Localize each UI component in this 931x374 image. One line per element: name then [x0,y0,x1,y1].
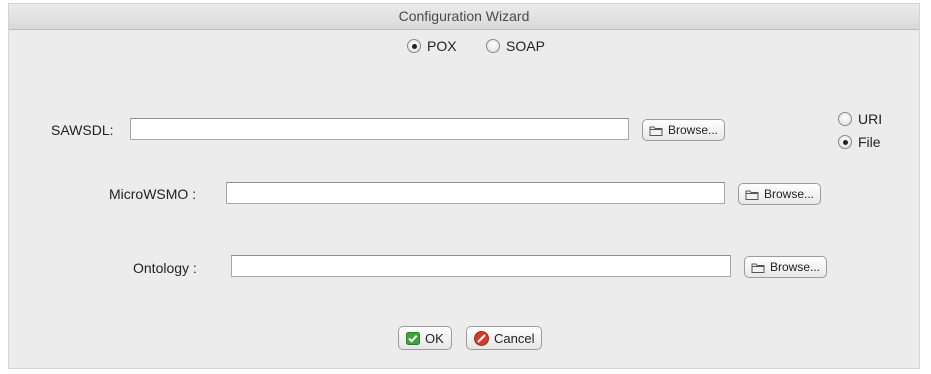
radio-label-soap: SOAP [506,38,545,54]
radio-circle-soap[interactable] [486,39,500,53]
radio-circle-file[interactable] [838,135,852,149]
radio-file[interactable]: File [838,134,881,150]
ontology-label: Ontology : [133,260,197,276]
radio-soap[interactable]: SOAP [486,38,545,54]
configuration-wizard-window: Configuration Wizard POX SOAP URI File S… [8,3,920,369]
folder-icon [751,263,765,273]
radio-uri[interactable]: URI [838,111,882,127]
ontology-browse-button[interactable]: Browse... [744,256,828,278]
ontology-browse-label: Browse... [770,260,821,274]
sawsdl-label: SAWSDL: [51,122,114,138]
ontology-input[interactable] [231,255,731,277]
microwsmo-label: MicroWSMO : [109,186,197,202]
microwsmo-input[interactable] [226,182,725,204]
radio-circle-pox[interactable] [407,39,421,53]
folder-icon [649,126,663,136]
ok-button[interactable]: OK [398,326,452,350]
radio-pox[interactable]: POX [407,38,457,54]
microwsmo-browse-button[interactable]: Browse... [738,183,822,205]
microwsmo-browse-label: Browse... [764,187,815,201]
cancel-label: Cancel [494,330,535,346]
sawsdl-input[interactable] [130,118,629,140]
radio-label-uri: URI [858,111,883,127]
checkmark-icon [406,331,420,345]
ok-label: OK [425,330,444,346]
sawsdl-browse-label: Browse... [668,123,719,137]
window-title: Configuration Wizard [9,4,919,30]
radio-circle-uri[interactable] [838,112,852,126]
cancel-button[interactable]: Cancel [466,326,543,350]
radio-label-pox: POX [427,38,457,54]
radio-label-file: File [858,134,881,150]
folder-icon [745,190,759,200]
sawsdl-browse-button[interactable]: Browse... [642,119,726,141]
cancel-icon [474,330,489,346]
